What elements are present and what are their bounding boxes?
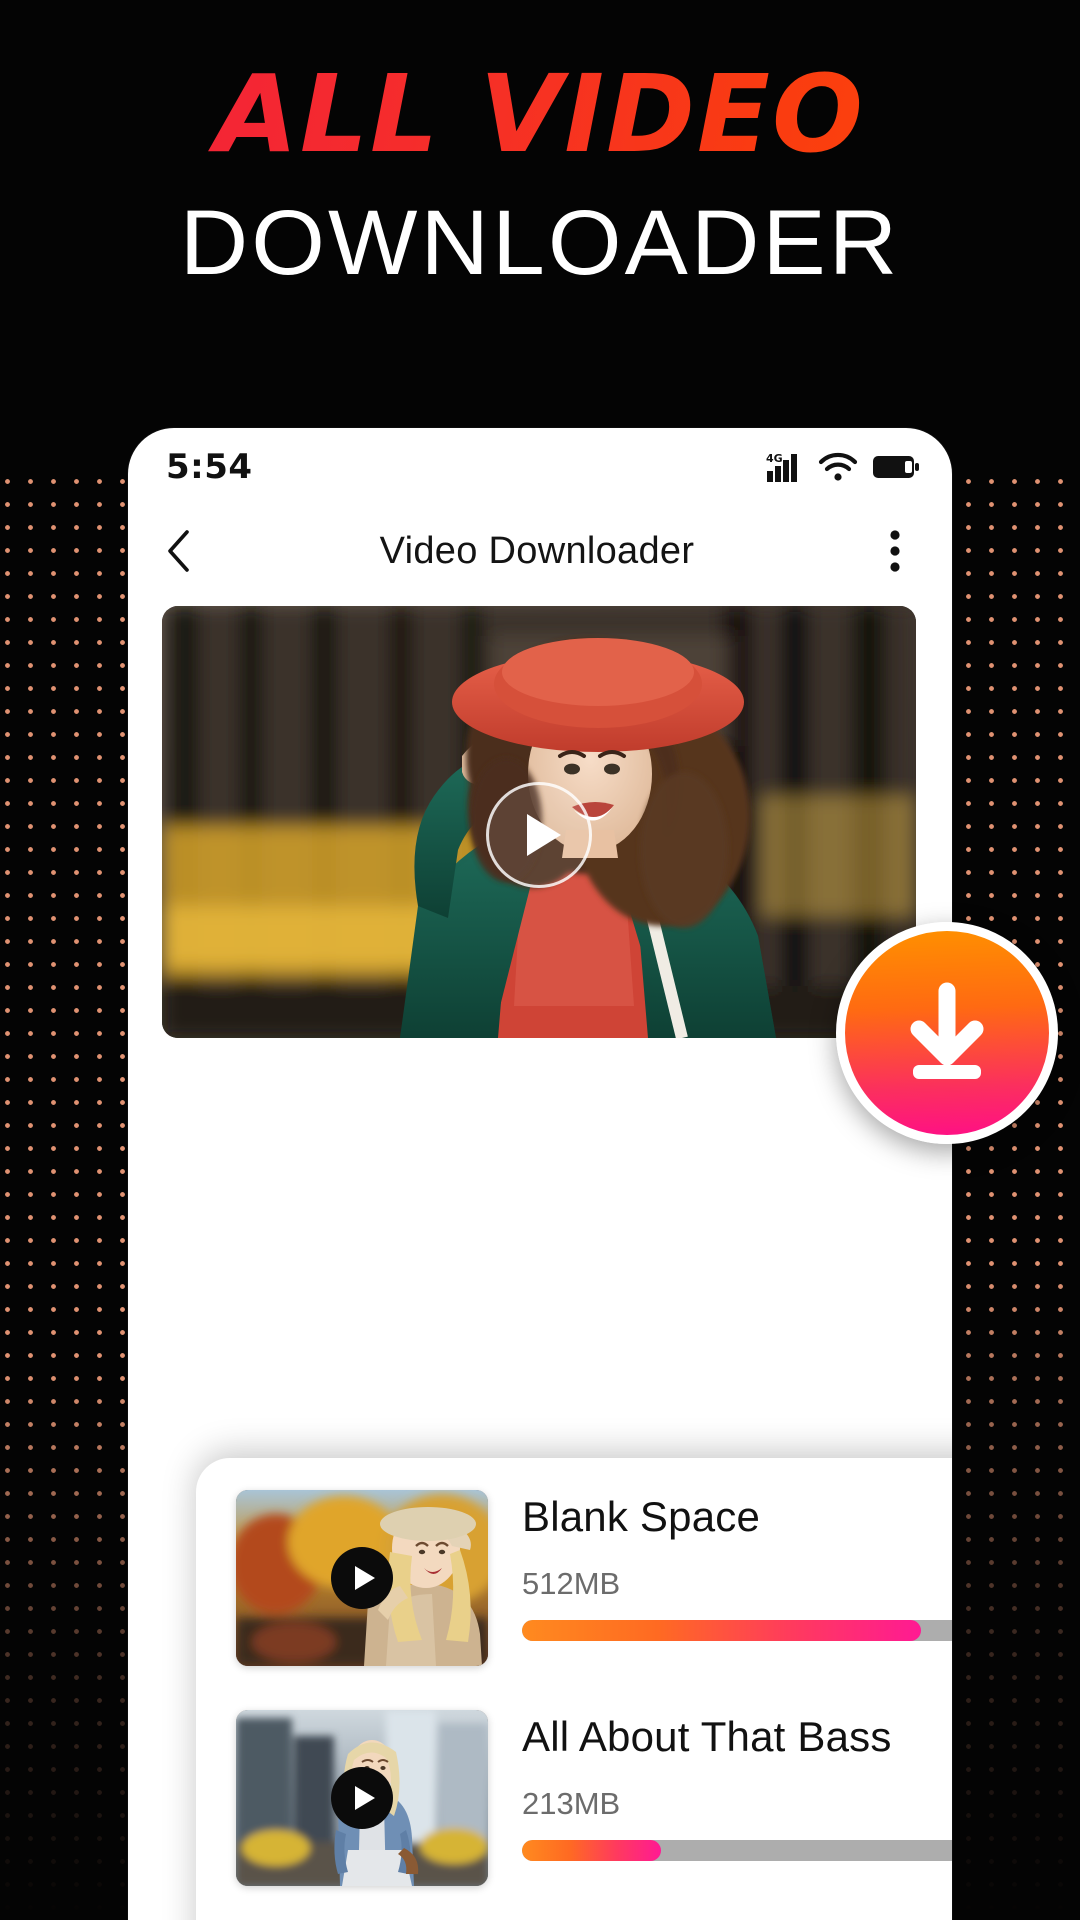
download-progress-fill bbox=[522, 1840, 661, 1862]
download-progress-fill bbox=[522, 1620, 921, 1642]
download-icon bbox=[910, 982, 984, 1079]
download-thumbnail[interactable] bbox=[236, 1490, 488, 1666]
video-preview[interactable] bbox=[162, 606, 916, 1038]
download-progress-track bbox=[522, 1620, 952, 1642]
more-vertical-icon bbox=[890, 530, 900, 572]
thumbnail-play-button[interactable] bbox=[331, 1767, 393, 1829]
headline-primary: ALL VIDEO bbox=[0, 62, 1080, 169]
battery-icon bbox=[873, 456, 919, 478]
video-play-button[interactable] bbox=[486, 781, 592, 888]
promo-screenshot: ALL VIDEO DOWNLOADER 5:54 4G Video Downl… bbox=[0, 0, 1080, 1920]
promo-headline: ALL VIDEO DOWNLOADER bbox=[0, 62, 1080, 294]
download-meta: 213MB 24% bbox=[522, 1786, 952, 1822]
downloads-sheet: Blank Space 512MB 69% bbox=[196, 1458, 952, 1920]
thumbnail-play-button[interactable] bbox=[331, 1547, 393, 1609]
background-dot-pattern-right bbox=[934, 470, 1080, 1920]
download-title: Blank Space bbox=[522, 1493, 761, 1540]
download-info: All About That Bass 213MB 24% bbox=[522, 1710, 952, 1862]
play-icon bbox=[527, 813, 561, 856]
overflow-menu-button[interactable] bbox=[866, 522, 924, 580]
download-item[interactable]: Blank Space 512MB 69% bbox=[236, 1458, 952, 1666]
signal-bars-icon: 4G bbox=[766, 452, 797, 482]
back-button[interactable] bbox=[150, 522, 208, 580]
download-meta: 512MB 69% bbox=[522, 1566, 952, 1602]
download-size: 512MB bbox=[522, 1566, 621, 1602]
play-icon bbox=[355, 1566, 375, 1590]
background-dot-pattern-left bbox=[0, 470, 146, 1920]
status-bar: 5:54 4G bbox=[128, 428, 952, 506]
download-size: 213MB bbox=[522, 1786, 621, 1822]
play-icon bbox=[355, 1786, 375, 1810]
headline-secondary: DOWNLOADER bbox=[179, 192, 901, 294]
svg-text:4G: 4G bbox=[766, 452, 783, 465]
page-title: Video Downloader bbox=[379, 529, 695, 572]
download-title: All About That Bass bbox=[522, 1713, 892, 1760]
download-progress-track bbox=[522, 1840, 952, 1862]
phone-mockup: 5:54 4G Video Downloader Blank Space 512… bbox=[128, 428, 952, 1920]
download-thumbnail[interactable] bbox=[236, 1710, 488, 1886]
wifi-icon bbox=[818, 452, 858, 481]
app-bar: Video Downloader bbox=[128, 506, 952, 596]
download-fab-button[interactable] bbox=[836, 922, 1058, 1144]
status-time: 5:54 bbox=[166, 447, 253, 487]
chevron-left-icon bbox=[168, 530, 189, 572]
download-info: Blank Space 512MB 69% bbox=[522, 1490, 952, 1642]
download-item[interactable]: All About That Bass 213MB 24% bbox=[236, 1666, 952, 1886]
status-icons: 4G bbox=[766, 451, 920, 483]
